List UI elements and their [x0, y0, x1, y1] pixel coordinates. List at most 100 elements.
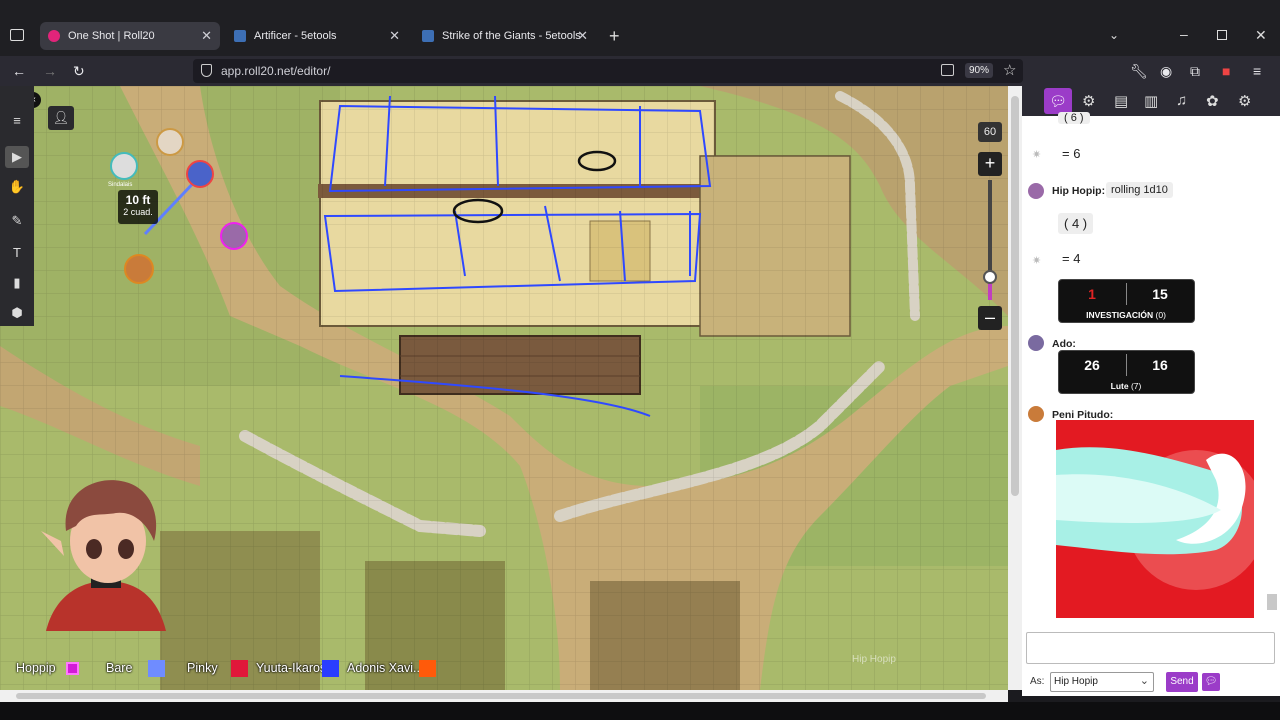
map-vertical-scrollbar[interactable]: [1008, 86, 1022, 690]
back-icon[interactable]: ←: [12, 63, 26, 79]
tab-artificer[interactable]: Artificer - 5etools ✕: [226, 22, 408, 50]
chat-sender: Ado:: [1052, 338, 1076, 350]
dice-result: = 4: [1062, 251, 1081, 266]
addon-badge-icon[interactable]: ■: [1222, 63, 1230, 79]
text-tool-icon[interactable]: T: [5, 242, 29, 264]
roll-right-value[interactable]: 16: [1127, 357, 1193, 373]
send-label: Send: [1170, 676, 1194, 687]
chat-scrollbar[interactable]: [1266, 116, 1278, 624]
roll-template-lute: 26 16 Lute (7): [1058, 350, 1195, 394]
as-label: As:: [1030, 676, 1045, 687]
dice-partial: ( 6 ): [1058, 112, 1090, 124]
player-name[interactable]: Yuuta-Ikaros: [256, 661, 326, 675]
url-text: app.roll20.net/editor/: [221, 64, 331, 78]
player-name[interactable]: Adonis Xavi...: [347, 661, 423, 675]
draw-brush-icon[interactable]: ✎: [5, 210, 29, 232]
player-name[interactable]: Bare: [106, 661, 132, 675]
menu-icon[interactable]: ≡: [1253, 63, 1261, 79]
roll-modifier: (0): [1155, 310, 1166, 320]
chat-image-spell-effect[interactable]: [1056, 420, 1254, 618]
player-name[interactable]: Hoppip: [16, 661, 56, 675]
player-bar: Hoppip Bare Pinky Yuuta-Ikaros Adonis Xa…: [0, 655, 1008, 683]
art-library-icon[interactable]: ⚙︎: [1082, 92, 1095, 110]
zoom-in-button[interactable]: +: [978, 152, 1002, 176]
close-tab-icon[interactable]: ✕: [577, 28, 588, 44]
menu-hamburger-icon[interactable]: ≡: [5, 110, 29, 132]
zoom-out-button[interactable]: –: [978, 306, 1002, 330]
chevron-down-icon: ⌄: [1139, 675, 1149, 687]
roll-left-value[interactable]: 1: [1059, 286, 1125, 302]
reload-icon[interactable]: ↻: [73, 63, 85, 79]
close-window-icon[interactable]: ✕: [1255, 27, 1267, 44]
roll-right-value[interactable]: 15: [1127, 286, 1193, 302]
player-color-swatch: [66, 662, 79, 675]
send-button[interactable]: Send: [1166, 672, 1198, 692]
tab-overflow-chevron-icon[interactable]: ⌄: [1109, 28, 1119, 42]
account-icon[interactable]: ◉: [1160, 63, 1172, 79]
token-label: Sindalais: [108, 182, 133, 188]
compendium-icon[interactable]: ▥: [1144, 92, 1158, 110]
player-color-swatch: [148, 660, 165, 677]
speaking-as-value: Hip Hopip: [1054, 676, 1098, 687]
chat-message-text: rolling 1d10: [1106, 182, 1173, 198]
tab-title: One Shot | Roll20: [68, 30, 155, 42]
extensions-icon[interactable]: ⧉: [1190, 63, 1200, 79]
player-color-swatch: [231, 660, 248, 677]
token-warrior[interactable]: [156, 128, 184, 156]
dice-roll: ( 4 ): [1058, 213, 1094, 234]
measure-distance: 10 ft: [125, 193, 151, 207]
tab-title: Strike of the Giants - 5etools: [442, 30, 581, 42]
chat-tab-icon[interactable]: 💬︎: [1044, 88, 1072, 114]
scrollbar-thumb[interactable]: [1011, 96, 1019, 496]
reader-mode-icon[interactable]: [941, 64, 954, 76]
zoom-level-badge[interactable]: 90%: [965, 63, 994, 78]
map-horizontal-scrollbar[interactable]: [0, 690, 1008, 702]
roll-left-value[interactable]: 26: [1059, 357, 1125, 373]
dice-icon[interactable]: ⬢: [5, 302, 29, 324]
tab-roll20[interactable]: One Shot | Roll20 ✕: [40, 22, 220, 50]
jukebox-icon[interactable]: ♫: [1176, 92, 1187, 109]
bookmark-star-icon[interactable]: ☆: [1003, 61, 1016, 79]
browser-toolbar: ← → ↻ app.roll20.net/editor/ 90% ☆ 🔧︎ ◉ …: [0, 56, 1280, 86]
forward-icon[interactable]: →: [43, 63, 57, 79]
close-tab-icon[interactable]: ✕: [201, 28, 212, 44]
close-tab-icon[interactable]: ✕: [389, 28, 400, 44]
settings-gear-icon[interactable]: ⚙: [1238, 92, 1251, 110]
5etools-favicon-icon: [422, 30, 434, 42]
map-canvas[interactable]: Sindalais 10 ft 2 cuad. 60 + – Hip Hopip: [0, 86, 1008, 690]
chat-panel: 💬︎ ⚙︎ ▤ ▥ ♫ ✿ ⚙ ( 6 ) ✷ = 6 Hip Hopip: r…: [1022, 86, 1280, 690]
dice-small-icon: ✷: [1032, 255, 1042, 267]
token-knight[interactable]: [110, 152, 138, 180]
scrollbar-thumb[interactable]: [1267, 594, 1277, 610]
avatar: [1028, 406, 1044, 422]
collection-icon[interactable]: ✿: [1206, 92, 1219, 110]
minimize-icon[interactable]: –: [1180, 26, 1188, 42]
player-color-swatch: [322, 660, 339, 677]
dice-result: = 6: [1062, 146, 1081, 161]
zoom-slider-handle[interactable]: [983, 270, 997, 284]
player-name[interactable]: Pinky: [187, 661, 218, 675]
tab-title: Artificer - 5etools: [254, 30, 337, 42]
select-pointer-icon[interactable]: ▶: [5, 146, 29, 168]
player-list-icon[interactable]: 👤︎: [48, 106, 74, 130]
journal-icon[interactable]: ▤: [1114, 92, 1128, 110]
token-mage[interactable]: [186, 160, 214, 188]
restore-icon[interactable]: [1217, 30, 1227, 40]
tab-strike-giants[interactable]: Strike of the Giants - 5etools ✕: [414, 22, 596, 50]
vtt-left-toolbar: ≡ ▶ ✋ ✎ T ▮ ⬢: [0, 86, 34, 326]
browser-tab-strip: One Shot | Roll20 ✕ Artificer - 5etools …: [0, 0, 1280, 56]
chat-input[interactable]: [1026, 632, 1275, 664]
measure-readout: 10 ft 2 cuad.: [118, 190, 158, 224]
speaking-as-select[interactable]: Hip Hopip ⌄: [1050, 672, 1154, 692]
wrench-icon[interactable]: 🔧︎: [1130, 63, 1148, 79]
tab-list-icon[interactable]: [10, 29, 24, 41]
scrollbar-thumb[interactable]: [16, 693, 986, 699]
emote-button[interactable]: 💬︎: [1202, 673, 1220, 691]
pan-hand-icon[interactable]: ✋: [5, 176, 29, 198]
address-bar[interactable]: app.roll20.net/editor/ 90% ☆: [193, 59, 1023, 83]
new-tab-button[interactable]: +: [609, 26, 620, 47]
token-dwarf[interactable]: [124, 254, 154, 284]
ruler-icon[interactable]: ▮: [5, 272, 29, 294]
chat-sender: Hip Hopip:: [1052, 185, 1106, 197]
token-rogue[interactable]: [220, 222, 248, 250]
